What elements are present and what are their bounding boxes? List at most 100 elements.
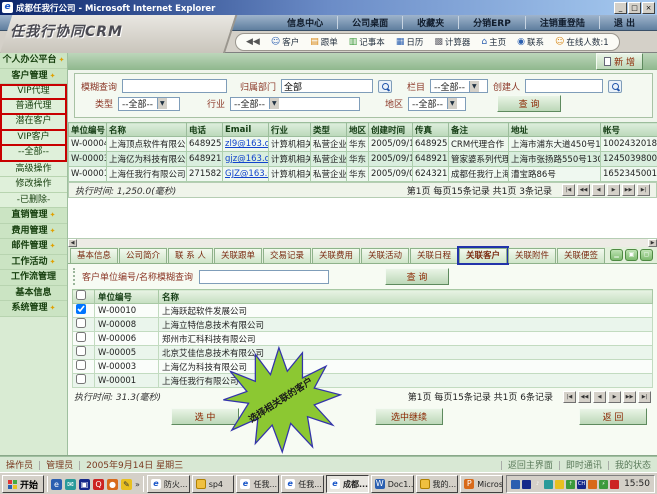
toolbar-button[interactable]: ⌂ 主页 [481,36,506,48]
creator-search-icon[interactable] [608,80,622,93]
panel-window-button[interactable]: ▁ [610,249,623,261]
pager-button[interactable]: ▶▶ [623,391,636,403]
related-customer-row[interactable]: W-00005 北京艾佳信息技术有限公司 [73,346,653,360]
top-menu-item[interactable]: 信息中心 [273,16,338,29]
pager-button[interactable]: ▶ [608,391,621,403]
back-icon[interactable]: ◀◀ [246,37,260,47]
tray-icon[interactable] [588,480,597,489]
sidebar-item[interactable]: --全部-- [0,146,67,162]
detail-tab[interactable]: 联 系 人 [168,248,213,263]
pager-button[interactable]: ▶| [637,184,650,196]
detail-tab[interactable]: 关联客户 [459,248,507,263]
sidebar-item[interactable]: 直销管理✦ [0,208,67,224]
sidebar-item[interactable]: 高级操作 [0,162,67,178]
detail-tab[interactable]: 交易记录 [263,248,311,263]
cell-email-link[interactable]: gjz@163.com [223,152,269,167]
table-row[interactable]: W-00001 上海任我行有限公司 27158230 GJZ@163.COM 计… [69,167,657,182]
select-all-checkbox[interactable] [76,290,86,300]
sidebar-item[interactable]: 普通代理 [0,100,67,116]
pager-button[interactable]: ▶| [638,391,651,403]
pager-button[interactable]: |◀ [563,391,576,403]
sidebar-item[interactable]: 工作流管理 [0,270,67,286]
related-customer-row[interactable]: W-00003 上海亿为科技有限公司 [73,360,653,374]
related-customer-row[interactable]: W-00001 上海任我行有限公司 [73,374,653,388]
status-link[interactable]: 我的状态 [602,458,651,471]
row-checkbox[interactable] [76,318,86,328]
sidebar-item[interactable]: 个人办公平台✦ [0,53,67,69]
detail-tab[interactable]: 关联活动 [361,248,409,263]
quicklaunch-icon[interactable]: Q [93,479,104,490]
taskbar-window-button[interactable]: e 任我... [236,475,279,493]
dept-input[interactable] [281,79,373,93]
scroll-left-icon[interactable]: ◀ [68,239,77,247]
sidebar-item[interactable]: 潜在客户 [0,115,67,131]
status-link[interactable]: 返回主界面 [495,458,553,471]
row-checkbox[interactable] [76,374,86,384]
select-continue-button[interactable]: 选中继续 [375,408,443,425]
sidebar-item[interactable]: 基本信息 [0,286,67,302]
start-button[interactable]: 开始 [2,475,44,493]
table-row[interactable]: W-00004 上海顶点软件有限公司 64892525 zl9@163.com … [69,137,657,152]
tray-icon[interactable] [555,480,564,489]
taskbar-window-button[interactable]: W Doc1.... [371,475,414,493]
toolbar-button[interactable]: ▩ 计算器 [434,36,470,48]
taskbar-window-button[interactable]: e 成都... [326,475,369,493]
row-checkbox[interactable] [76,360,86,370]
row-checkbox[interactable] [76,332,86,342]
quicklaunch-icon[interactable]: e [51,479,62,490]
tray-icon[interactable] [522,480,531,489]
tray-icon[interactable]: CH [577,480,586,489]
sidebar-item[interactable]: 费用管理✦ [0,224,67,240]
tray-icon[interactable] [544,480,553,489]
related-customer-row[interactable]: W-00008 上海立特信息技术有限公司 [73,318,653,332]
top-menu-item[interactable]: 公司桌面 [338,16,403,29]
tray-icon[interactable]: ⚡ [599,480,608,489]
top-menu-item[interactable]: 退 出 [600,16,649,29]
taskbar-window-button[interactable]: e 防火... [147,475,190,493]
toolbar-button[interactable]: ◉ 联系 [517,36,544,48]
detail-tab[interactable]: 公司简介 [119,248,167,263]
quicklaunch-icon[interactable]: ✉ [65,479,76,490]
pager-button[interactable]: |◀ [562,184,575,196]
horizontal-scrollbar[interactable]: ◀ ▶ [68,239,657,247]
row-checkbox[interactable] [76,346,86,356]
detail-tab[interactable]: 关联费用 [312,248,360,263]
sidebar-item[interactable]: VIP代理 [0,84,67,100]
taskbar-window-button[interactable]: e 任我... [281,475,324,493]
toolbar-button[interactable]: ▥ 记事本 [349,36,385,48]
detail-tab[interactable]: 关联便签 [557,248,605,263]
tray-icon[interactable] [511,480,520,489]
toolbar-button[interactable]: ▦ 日历 [396,36,424,48]
pager-button[interactable]: ▶ [607,184,620,196]
taskbar-window-button[interactable]: P Micros... [460,475,503,493]
sidebar-item[interactable]: VIP客户 [0,131,67,147]
fuzzy-search-input[interactable] [122,79,227,93]
table-row[interactable]: W-00003 上海亿为科技有限公司 64892132 gjz@163.com … [69,152,657,167]
new-button[interactable]: 新 增 [596,53,643,70]
type-select[interactable]: --全部-- [118,97,180,111]
toolbar-button[interactable]: ☺ 在线人数:1 [555,36,609,48]
sidebar-item[interactable]: 修改操作 [0,177,67,193]
quicklaunch-icon[interactable]: ✎ [121,479,132,490]
top-menu-item[interactable]: 收藏夹 [403,16,459,29]
toolbar-button[interactable]: ▤ 跟单 [310,36,338,48]
column-select[interactable]: --全部-- [430,79,488,93]
maximize-button[interactable]: □ [628,2,641,14]
sidebar-item[interactable]: 系统管理✦ [0,301,67,317]
detail-search-button[interactable]: 查 询 [385,268,449,285]
taskbar-window-button[interactable]: sp4 [192,475,235,493]
detail-tab[interactable]: 关联日程 [410,248,458,263]
pager-button[interactable]: ◀ [593,391,606,403]
sidebar-item[interactable]: 邮件管理✦ [0,239,67,255]
detail-tab[interactable]: 关联附件 [508,248,556,263]
sidebar-item[interactable]: 工作活动✦ [0,255,67,271]
region-select[interactable]: --全部-- [408,97,466,111]
cell-email-link[interactable]: GJZ@163.COM [223,167,269,182]
toolbar-button[interactable]: ☺ 客户 [271,36,299,48]
tray-icon[interactable]: ♪ [533,480,542,489]
return-button[interactable]: 返 回 [579,408,647,425]
select-button[interactable]: 选 中 [171,408,239,425]
cell-email-link[interactable]: zl9@163.com [223,137,269,152]
row-checkbox[interactable] [76,304,86,314]
tray-icon[interactable]: ↑ [566,480,575,489]
